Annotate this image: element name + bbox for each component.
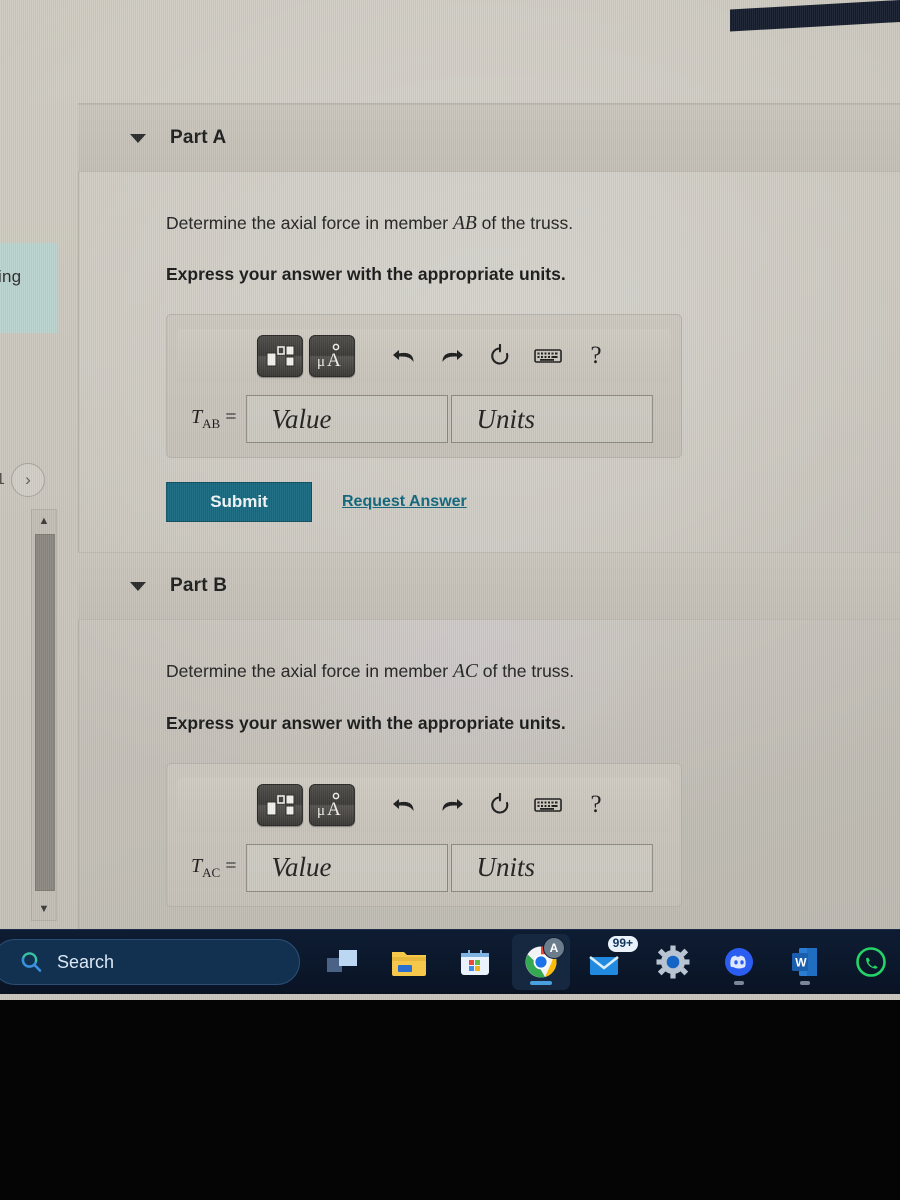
- running-indicator: [734, 981, 744, 985]
- vertical-scrollbar[interactable]: ▲ ▼: [31, 509, 57, 921]
- mail-unread-badge: 99+: [607, 936, 638, 952]
- svg-text:W: W: [795, 956, 807, 970]
- question-text: Determine the axial force in member: [166, 213, 449, 233]
- part-a-title: Part A: [170, 127, 227, 148]
- part-a-question: Determine the axial force in member AB o…: [166, 212, 900, 236]
- part-b-question: Determine the axial force in member AC o…: [166, 660, 900, 684]
- rail-highlight-label: ing: [0, 267, 22, 286]
- value-placeholder: Value: [271, 852, 332, 882]
- units-placeholder: Units: [476, 852, 535, 882]
- part-a-header[interactable]: Part A: [78, 104, 900, 172]
- units-micro-angstrom-icon[interactable]: μ A: [309, 783, 355, 826]
- part-b-instruction: Express your answer with the appropriate…: [166, 712, 566, 733]
- part-b-toolbar: μ A ?: [177, 777, 671, 832]
- file-explorer-icon[interactable]: [380, 934, 438, 990]
- part-a-answer-box: μ A ? TAB = Value Units: [166, 314, 682, 459]
- request-answer-link[interactable]: Request Answer: [342, 493, 467, 511]
- value-placeholder: Value: [271, 403, 332, 434]
- part-a-answer-row: TAB = Value Units: [191, 395, 681, 444]
- running-indicator: [800, 981, 810, 985]
- part-a-toolbar: μ A ?: [177, 329, 671, 384]
- label-base: T: [191, 854, 203, 877]
- help-icon[interactable]: ?: [575, 785, 617, 825]
- part-a-instruction: Express your answer with the appropriate…: [166, 264, 566, 285]
- part-b-answer-row: TAC = Value Units: [191, 843, 681, 892]
- submit-button[interactable]: Submit: [166, 482, 312, 523]
- google-chrome-icon[interactable]: A: [512, 934, 570, 990]
- label-equals: =: [225, 854, 237, 877]
- triangle-up-icon[interactable]: ▲: [32, 510, 56, 532]
- microsoft-store-icon[interactable]: [446, 934, 504, 990]
- part-b-title: Part B: [170, 575, 228, 597]
- mail-icon[interactable]: 99+: [578, 934, 638, 990]
- undo-icon[interactable]: [383, 336, 425, 376]
- part-a-units-input[interactable]: Units: [451, 395, 654, 444]
- part-b-answer-label: TAC =: [191, 855, 236, 881]
- rail-pager: 1 ›: [0, 462, 58, 498]
- search-label: Search: [57, 951, 115, 972]
- svg-text:μ: μ: [317, 803, 325, 819]
- windows-taskbar: Search A 99+ W: [0, 929, 900, 994]
- part-a-answer-label: TAB =: [191, 406, 236, 432]
- triangle-down-icon[interactable]: ▼: [32, 898, 56, 920]
- member-variable: AB: [452, 213, 477, 234]
- monitor-photo: ing 1 › ▲ ▼ Part A Determine the axial f…: [0, 0, 900, 1000]
- rail-highlight-chip[interactable]: ing: [0, 243, 57, 333]
- redo-icon[interactable]: [431, 336, 473, 376]
- part-b-body: Determine the axial force in member AC o…: [78, 620, 900, 907]
- chevron-right-icon[interactable]: ›: [10, 463, 45, 497]
- part-b-header[interactable]: Part B: [78, 552, 900, 621]
- triangle-down-icon[interactable]: [130, 581, 146, 591]
- part-b-answer-box: μ A ? TAC = Value Units: [166, 762, 682, 907]
- chrome-profile-badge: A: [543, 937, 565, 959]
- question-text: Determine the axial force in member: [166, 661, 449, 682]
- help-icon[interactable]: ?: [575, 336, 617, 376]
- math-template-icon[interactable]: [257, 783, 303, 826]
- part-b-units-input[interactable]: Units: [451, 843, 654, 892]
- scrollbar-thumb[interactable]: [35, 534, 55, 891]
- discord-icon[interactable]: [710, 934, 768, 990]
- label-base: T: [191, 406, 203, 429]
- units-micro-angstrom-icon[interactable]: μ A: [309, 335, 355, 378]
- taskbar-items: A 99+ W: [314, 934, 900, 990]
- member-variable: AC: [452, 661, 478, 683]
- part-a-actions: Submit Request Answer: [166, 482, 900, 523]
- label-subscript: AB: [202, 416, 221, 432]
- whatsapp-icon[interactable]: [842, 934, 900, 990]
- redo-icon[interactable]: [431, 785, 473, 825]
- search-icon: [21, 952, 42, 972]
- part-a-value-input[interactable]: Value: [246, 395, 449, 444]
- label-subscript: AC: [202, 864, 221, 880]
- part-b-value-input[interactable]: Value: [246, 843, 449, 892]
- question-tail: of the truss.: [481, 213, 574, 233]
- part-a-body: Determine the axial force in member AB o…: [78, 172, 900, 523]
- label-equals: =: [225, 406, 237, 429]
- reset-icon[interactable]: [479, 336, 521, 376]
- svg-text:A: A: [327, 350, 341, 370]
- problem-content: Part A Determine the axial force in memb…: [78, 104, 900, 935]
- keyboard-icon[interactable]: [527, 336, 569, 376]
- active-indicator: [530, 981, 552, 985]
- search-input[interactable]: Search: [0, 939, 300, 985]
- question-tail: of the truss.: [482, 661, 575, 682]
- triangle-down-icon[interactable]: [130, 133, 146, 143]
- reset-icon[interactable]: [479, 785, 521, 825]
- math-template-icon[interactable]: [257, 335, 303, 378]
- settings-gear-icon[interactable]: [644, 934, 702, 990]
- keyboard-icon[interactable]: [527, 785, 569, 825]
- svg-text:μ: μ: [317, 354, 325, 370]
- page-number: 1: [0, 471, 5, 488]
- word-icon[interactable]: W: [776, 934, 834, 990]
- units-placeholder: Units: [476, 403, 535, 434]
- svg-text:A: A: [327, 799, 341, 819]
- undo-icon[interactable]: [383, 785, 425, 825]
- taskview-icon[interactable]: [314, 934, 372, 990]
- desk-dark-area: [0, 1000, 900, 1200]
